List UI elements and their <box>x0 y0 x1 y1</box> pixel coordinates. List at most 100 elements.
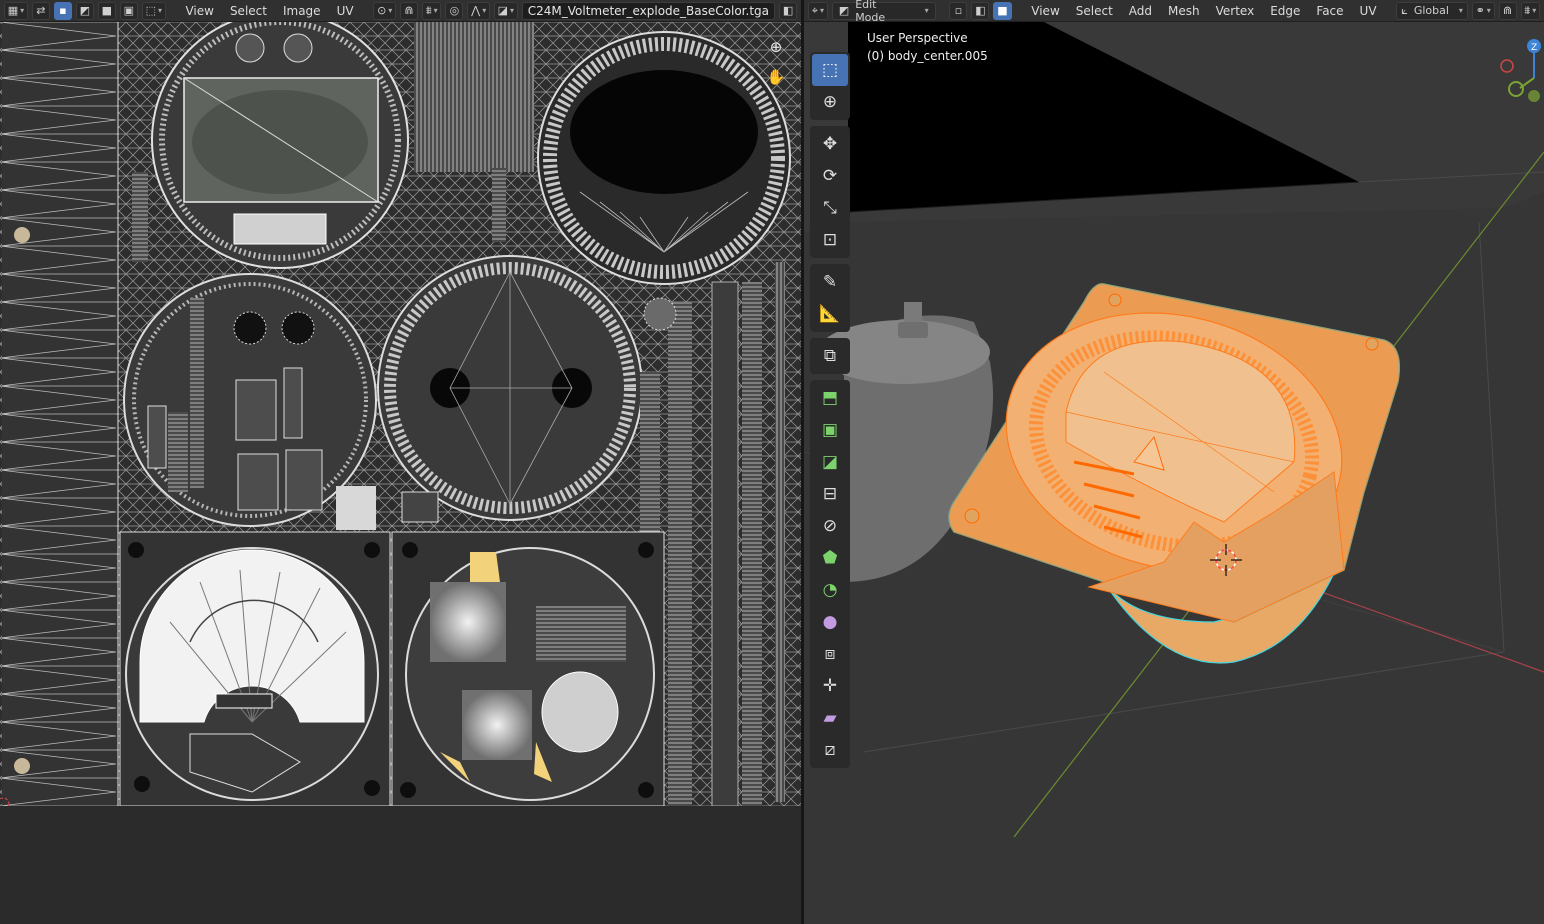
add-cube-icon: ⧉ <box>823 346 837 366</box>
uv-menu-uv[interactable]: UV <box>331 2 360 20</box>
shear-icon: ▰ <box>823 708 837 728</box>
knife-tool[interactable]: ⊘ <box>812 510 848 542</box>
vertex-select-icon: ▫ <box>954 4 963 17</box>
viewport-canvas[interactable]: User Perspective (0) body_center.005 Z ⬚… <box>804 22 1544 924</box>
scale-tool[interactable]: ⤡ <box>812 192 848 224</box>
edge-select-icon: ◩ <box>79 4 91 17</box>
viewport-scene <box>804 22 1544 924</box>
annotate-tool[interactable]: ✎ <box>812 266 848 298</box>
island-select-icon: ▣ <box>123 4 135 17</box>
poly-build-icon: ⬟ <box>822 548 838 568</box>
uv-texture-layout <box>0 22 801 806</box>
shrink-fatten-tool[interactable]: ✛ <box>812 670 848 702</box>
pivot-icon: ⊙ <box>377 4 387 17</box>
link-icon: ⚭ <box>1475 4 1485 17</box>
transform-icon: ⊡ <box>822 230 838 250</box>
vp-menu-select[interactable]: Select <box>1070 2 1119 20</box>
vp-menu-view[interactable]: View <box>1025 2 1065 20</box>
face-select-icon: ■ <box>101 4 113 17</box>
sticky-select-dropdown[interactable]: ⬚ ▾ <box>141 1 166 20</box>
vertex-select-mode[interactable]: ▪ <box>53 1 72 20</box>
uv-editor-icon: ▦ <box>7 4 19 17</box>
poly-build-tool[interactable]: ⬟ <box>812 542 848 574</box>
uv-menu-image[interactable]: Image <box>277 2 327 20</box>
smooth-icon: ● <box>822 612 838 632</box>
snap-target-dropdown[interactable]: ⩩ ▾ <box>1520 1 1540 20</box>
vp-menu-add[interactable]: Add <box>1123 2 1158 20</box>
edge-select-icon: ◧ <box>975 4 986 17</box>
vp-menu-mesh[interactable]: Mesh <box>1162 2 1206 20</box>
viewport-header: ⌖ ▾ ◩ Edit Mode ▾ ▫ ◧ ■ View Select Add M… <box>804 0 1544 24</box>
inset-tool[interactable]: ▣ <box>812 414 848 446</box>
hand-icon: ✋ <box>766 68 786 86</box>
mode-dropdown[interactable]: ◩ Edit Mode ▾ <box>831 0 936 24</box>
bevel-icon: ◪ <box>821 452 839 472</box>
extrude-tool[interactable]: ⬒ <box>812 382 848 414</box>
select-box-icon: ⬚ <box>821 60 839 80</box>
inset-icon: ▣ <box>821 420 839 440</box>
uv-pan-gizmo[interactable]: ✋ <box>763 64 789 90</box>
snap-increment-icon: ⩩ <box>425 3 432 17</box>
proportional-edit-toggle[interactable]: ◎ <box>445 1 464 20</box>
navigation-gizmo[interactable]: Z <box>1500 36 1544 116</box>
edge-select-mode[interactable]: ◩ <box>75 1 94 20</box>
cursor-tool[interactable]: ⊕ <box>812 86 848 118</box>
image-name-field[interactable]: C24M_Voltmeter_explode_BaseColor.tga <box>521 1 775 20</box>
uv-menu-view[interactable]: View <box>179 2 219 20</box>
uv-editor-header: ▦ ▾ ⇄ ▪ ◩ ■ ▣ ⬚ ▾ View Select Image UV ⊙ ▾ … <box>0 0 801 22</box>
select-box-tool[interactable]: ⬚ <box>812 54 848 86</box>
vp-menu-edge[interactable]: Edge <box>1264 2 1306 20</box>
uv-editor-area: ▦ ▾ ⇄ ▪ ◩ ■ ▣ ⬚ ▾ View Select Image UV ⊙ ▾ … <box>0 0 801 924</box>
island-select-mode[interactable]: ▣ <box>119 1 138 20</box>
edge-select-mode[interactable]: ◧ <box>971 1 990 20</box>
rip-tool[interactable]: ⧄ <box>812 734 848 766</box>
uv-menu-select[interactable]: Select <box>224 2 273 20</box>
viewport-object-label: (0) body_center.005 <box>867 49 988 63</box>
uv-canvas[interactable]: ⊕ ✋ <box>0 22 801 806</box>
gizmo-neg-x-axis <box>1500 59 1514 73</box>
loop-cut-tool[interactable]: ⊟ <box>812 478 848 510</box>
vp-menu-face[interactable]: Face <box>1310 2 1349 20</box>
edge-slide-icon: ⧈ <box>824 644 836 664</box>
measure-tool[interactable]: 📐 <box>812 298 848 330</box>
spin-icon: ◔ <box>822 580 838 600</box>
falloff-dropdown[interactable]: ⋀ ▾ <box>467 1 490 20</box>
knife-icon: ⊘ <box>822 516 838 536</box>
bevel-tool[interactable]: ◪ <box>812 446 848 478</box>
loop-cut-icon: ⊟ <box>822 484 838 504</box>
shear-tool[interactable]: ▰ <box>812 702 848 734</box>
editor-type-button[interactable]: ▦ ▾ <box>4 1 28 20</box>
face-select-icon: ■ <box>997 4 1008 17</box>
spin-tool[interactable]: ◔ <box>812 574 848 606</box>
vp-menu-vertex[interactable]: Vertex <box>1210 2 1261 20</box>
smooth-tool[interactable]: ● <box>812 606 848 638</box>
uv-zoom-gizmo[interactable]: ⊕ <box>763 34 789 60</box>
face-select-mode[interactable]: ■ <box>993 1 1012 20</box>
image-browse-button[interactable]: ◪ ▾ <box>493 1 518 20</box>
3d-viewport-area: ⌖ ▾ ◩ Edit Mode ▾ ▫ ◧ ■ View Select Add M… <box>804 0 1544 924</box>
tool-shelf: ⬚ ⊕ ✥ ⟳ ⤡ ⊡ ✎ 📐 ⧉ ⬒ ▣ ◪ ⊟ ⊘ ⬟ ◔ ● ⧈ ✛ ▰ … <box>810 52 850 774</box>
measure-icon: 📐 <box>819 304 841 324</box>
rotate-tool[interactable]: ⟳ <box>812 160 848 192</box>
uv-canvas-empty-region[interactable] <box>0 806 801 924</box>
vp-menu-uv[interactable]: UV <box>1354 2 1383 20</box>
editor-type-button[interactable]: ⌖ ▾ <box>808 1 828 20</box>
edge-slide-tool[interactable]: ⧈ <box>812 638 848 670</box>
snap-toggle[interactable]: ⋒ <box>1498 1 1517 20</box>
pivot-dropdown[interactable]: ⚭ ▾ <box>1471 1 1495 20</box>
image-fake-user-button[interactable]: ◧ <box>779 1 798 20</box>
transform-orientation-dropdown[interactable]: ⟀ Global ▾ <box>1396 1 1468 20</box>
face-select-mode[interactable]: ■ <box>97 1 116 20</box>
snap-target-dropdown[interactable]: ⩩ ▾ <box>422 1 442 20</box>
add-cube-tool[interactable]: ⧉ <box>812 340 848 372</box>
sync-selection-toggle[interactable]: ⇄ <box>31 1 50 20</box>
move-tool[interactable]: ✥ <box>812 128 848 160</box>
transform-tool[interactable]: ⊡ <box>812 224 848 256</box>
viewport-perspective-label: User Perspective <box>867 31 968 45</box>
sticky-select-icon: ⬚ <box>145 4 156 17</box>
pivot-dropdown[interactable]: ⊙ ▾ <box>373 1 396 20</box>
snap-toggle[interactable]: ⋒ <box>400 1 418 20</box>
sync-icon: ⇄ <box>36 4 46 17</box>
3d-viewport-icon: ⌖ <box>811 3 818 17</box>
vertex-select-mode[interactable]: ▫ <box>949 1 968 20</box>
